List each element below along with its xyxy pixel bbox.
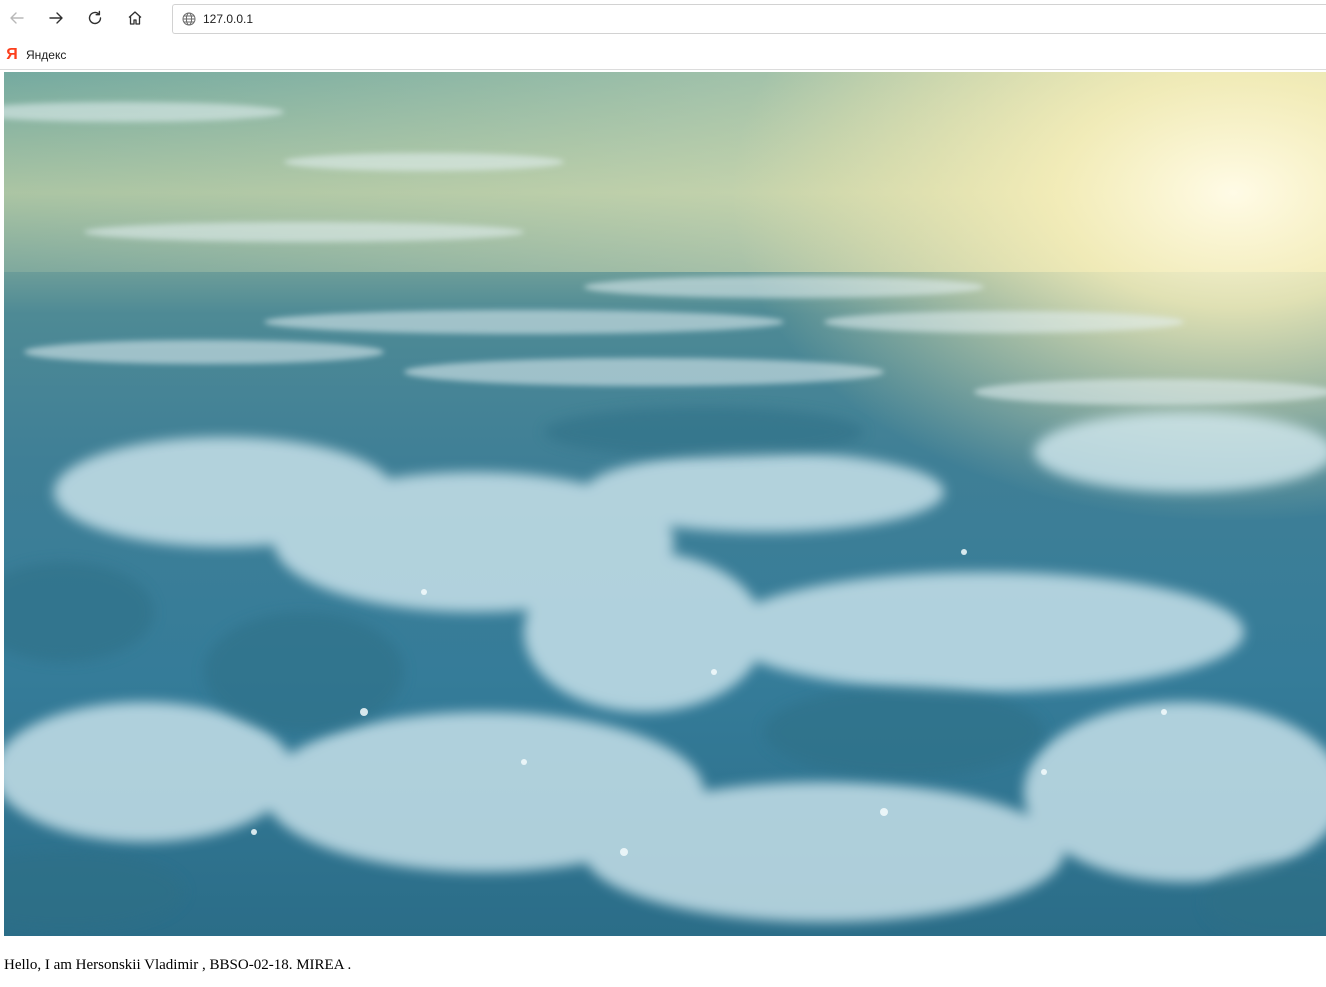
forward-button[interactable]	[40, 4, 72, 36]
yandex-logo-icon: Я	[6, 46, 18, 63]
bookmark-label: Яндекс	[26, 48, 67, 62]
greeting-text: Hello, I am Hersonskii Vladimir , BBSO-0…	[4, 957, 352, 973]
page-content: Hello, I am Hersonskii Vladimir , BBSO-0…	[0, 71, 1326, 987]
reload-button[interactable]	[79, 4, 111, 36]
sea-waves-photo	[4, 72, 1326, 936]
back-button[interactable]	[1, 4, 33, 36]
forward-arrow-icon	[47, 9, 65, 32]
address-bar[interactable]	[172, 4, 1326, 34]
home-icon	[126, 9, 144, 32]
globe-icon	[181, 11, 197, 27]
url-input[interactable]	[203, 12, 1326, 26]
reload-icon	[86, 9, 104, 32]
bookmark-yandex[interactable]: Я Яндекс	[4, 45, 66, 65]
bookmarks-bar: Я Яндекс	[0, 40, 1326, 70]
back-arrow-icon	[8, 9, 26, 32]
home-button[interactable]	[119, 4, 151, 36]
browser-toolbar	[0, 0, 1326, 40]
